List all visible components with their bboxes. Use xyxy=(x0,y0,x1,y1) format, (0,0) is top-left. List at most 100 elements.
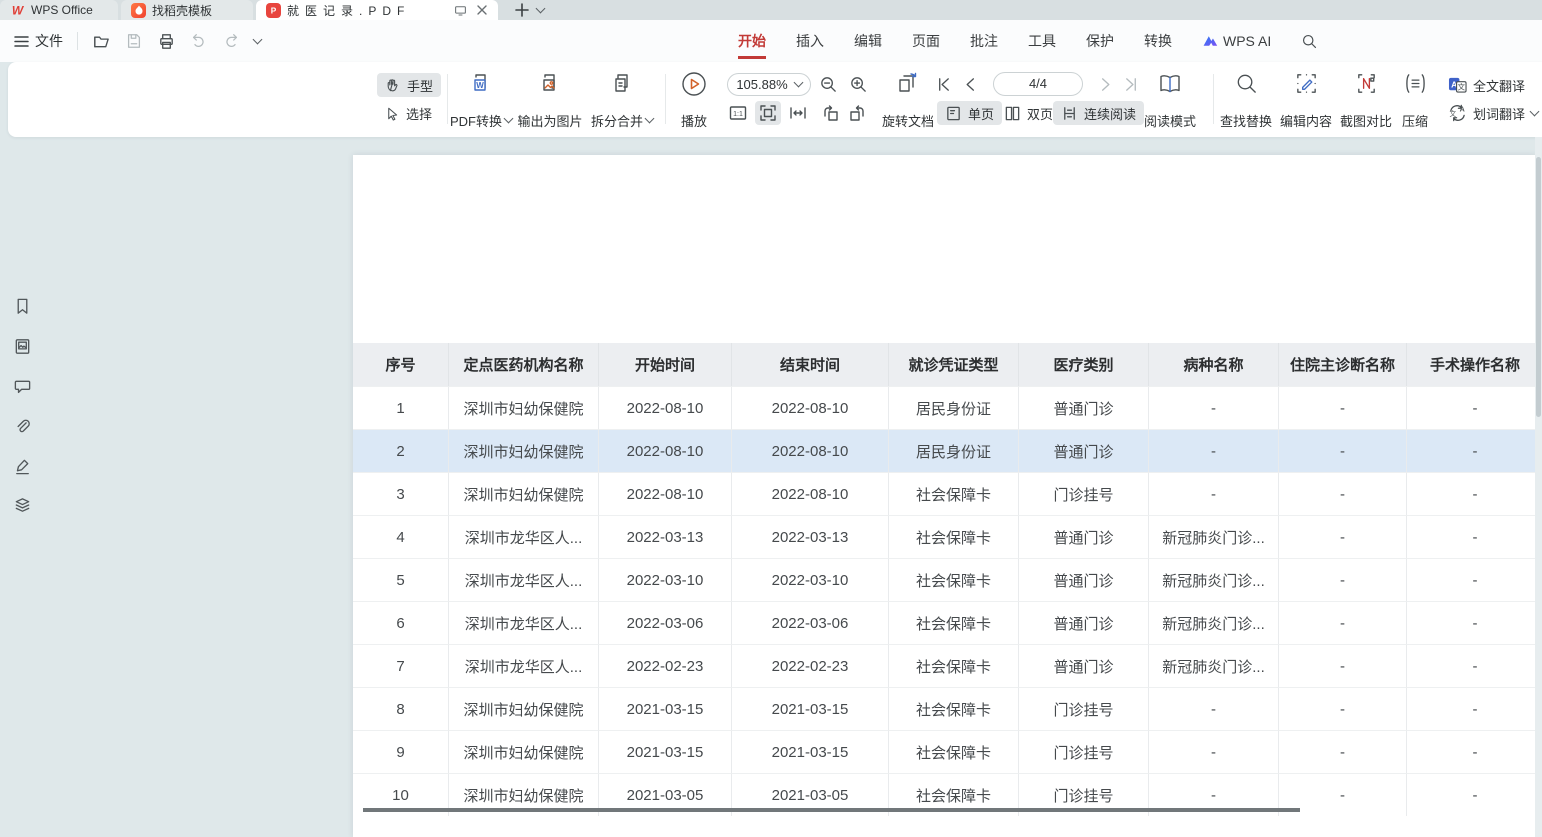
svg-text:A: A xyxy=(1460,106,1465,114)
continuous-read-button[interactable]: 连续阅读 xyxy=(1053,101,1144,125)
table-cell: - xyxy=(1406,515,1536,558)
full-translate-button[interactable]: A文 全文翻译 xyxy=(1448,73,1525,97)
menu-tab-wps-ai[interactable]: WPS AI xyxy=(1202,33,1271,49)
first-page-button[interactable] xyxy=(930,72,956,96)
open-folder-icon[interactable] xyxy=(92,32,111,51)
svg-text:1:1: 1:1 xyxy=(733,111,743,118)
header-cell: 住院主诊断名称 xyxy=(1278,343,1406,386)
redo-icon[interactable] xyxy=(222,32,240,50)
cursor-icon xyxy=(385,106,400,121)
tab-label: WPS Office xyxy=(31,3,93,17)
undo-icon[interactable] xyxy=(190,32,208,50)
pdf-convert-button[interactable]: W PDF转换 xyxy=(442,71,520,128)
table-cell: 2021-03-15 xyxy=(598,730,731,773)
print-icon[interactable] xyxy=(157,32,176,51)
next-page-button[interactable] xyxy=(1092,72,1118,96)
tab-docer-templates[interactable]: 找稻壳模板 xyxy=(121,0,253,20)
table-cell: 社会保障卡 xyxy=(888,515,1018,558)
table-cell: - xyxy=(1406,730,1536,773)
table-cell: 深圳市妇幼保健院 xyxy=(448,386,598,429)
wps-logo-icon: W xyxy=(10,3,25,18)
new-tab-button[interactable] xyxy=(515,3,529,17)
page-number-input[interactable]: 4/4 xyxy=(993,72,1083,96)
menu-tab-page[interactable]: 页面 xyxy=(912,31,940,51)
menu-tab-convert[interactable]: 转换 xyxy=(1144,31,1172,51)
menu-tab-insert[interactable]: 插入 xyxy=(796,31,824,51)
fit-page-button[interactable] xyxy=(755,101,781,125)
tab-document-active[interactable]: P 就医记录.PDF xyxy=(256,0,498,20)
previous-page-button[interactable] xyxy=(957,72,983,96)
word-translate-label: 划词翻译 xyxy=(1473,104,1525,123)
bookmark-icon[interactable] xyxy=(13,297,32,316)
table-cell: 深圳市妇幼保健院 xyxy=(448,730,598,773)
table-header-row: 序号定点医药机构名称开始时间结束时间就诊凭证类型医疗类别病种名称住院主诊断名称手… xyxy=(353,343,1536,386)
table-cell: - xyxy=(1278,558,1406,601)
close-tab-icon[interactable] xyxy=(476,4,488,16)
save-icon[interactable] xyxy=(125,32,143,50)
zoom-out-button[interactable] xyxy=(815,72,841,96)
table-cell: - xyxy=(1406,429,1536,472)
table-cell: 2022-08-10 xyxy=(731,429,888,472)
layers-icon[interactable] xyxy=(13,496,32,515)
menu-tab-tools[interactable]: 工具 xyxy=(1028,31,1056,51)
hand-tool-button[interactable]: 手型 xyxy=(377,73,441,97)
continuous-read-icon xyxy=(1061,105,1078,122)
zoom-in-icon xyxy=(849,75,868,94)
table-cell: 深圳市妇幼保健院 xyxy=(448,472,598,515)
continuous-read-label: 连续阅读 xyxy=(1084,104,1136,123)
thumbnails-icon[interactable] xyxy=(13,337,32,356)
table-cell: 深圳市龙华区人... xyxy=(448,515,598,558)
edit-pencil-icon xyxy=(1294,71,1319,96)
export-image-button[interactable]: 输出为图片 xyxy=(511,71,589,128)
menu-tab-home[interactable]: 开始 xyxy=(738,31,766,51)
present-to-screen-icon[interactable] xyxy=(453,3,468,18)
menu-tab-protect[interactable]: 保护 xyxy=(1086,31,1114,51)
fit-width-button[interactable] xyxy=(785,101,811,125)
table-cell: 普通门诊 xyxy=(1018,429,1148,472)
single-page-label: 单页 xyxy=(968,104,994,123)
full-translate-icon: A文 xyxy=(1448,76,1467,94)
table-cell: 门诊挂号 xyxy=(1018,472,1148,515)
single-page-button[interactable]: 单页 xyxy=(937,101,1002,125)
word-translate-button[interactable]: A文 划词翻译 xyxy=(1448,101,1538,125)
scrollbar-thumb[interactable] xyxy=(1536,157,1541,417)
header-cell: 定点医药机构名称 xyxy=(448,343,598,386)
compress-button[interactable]: 压缩 xyxy=(1381,71,1449,128)
zoom-level-select[interactable]: 105.88% xyxy=(727,73,811,96)
table-cell: 2021-03-15 xyxy=(598,687,731,730)
actual-size-button[interactable]: 1:1 xyxy=(725,101,751,125)
wps-ai-icon xyxy=(1202,34,1218,48)
vertical-scrollbar[interactable] xyxy=(1535,137,1542,837)
read-mode-button[interactable]: 阅读模式 xyxy=(1132,71,1208,128)
rotate-right-button[interactable] xyxy=(845,101,871,125)
menu-tab-annotate[interactable]: 批注 xyxy=(970,31,998,51)
play-button[interactable]: 播放 xyxy=(663,71,725,128)
header-cell: 就诊凭证类型 xyxy=(888,343,1018,386)
signature-icon[interactable] xyxy=(13,457,32,476)
rotate-left-button[interactable] xyxy=(817,101,843,125)
table-cell: - xyxy=(1406,472,1536,515)
table-cell: 7 xyxy=(353,644,448,687)
word-translate-icon: A文 xyxy=(1448,104,1467,122)
table-cell: 居民身份证 xyxy=(888,429,1018,472)
header-cell: 医疗类别 xyxy=(1018,343,1148,386)
comment-icon[interactable] xyxy=(13,377,32,396)
split-merge-button[interactable]: 拆分合并 xyxy=(583,71,661,128)
table-cell: 2022-03-13 xyxy=(598,515,731,558)
table-row: 1深圳市妇幼保健院2022-08-102022-08-10居民身份证普通门诊--… xyxy=(353,386,1536,429)
table-row: 5深圳市龙华区人...2022-03-102022-03-10社会保障卡普通门诊… xyxy=(353,558,1536,601)
rotate-left-icon xyxy=(820,103,840,123)
tab-wps-office[interactable]: W WPS Office xyxy=(0,0,118,20)
menu-search-icon[interactable] xyxy=(1301,33,1318,50)
menu-tab-edit[interactable]: 编辑 xyxy=(854,31,882,51)
chevron-down-icon xyxy=(1530,106,1540,116)
table-cell: 新冠肺炎门诊... xyxy=(1148,558,1278,601)
tab-label: 找稻壳模板 xyxy=(152,2,212,19)
table-cell: 普通门诊 xyxy=(1018,601,1148,644)
file-menu-button[interactable]: 文件 xyxy=(14,31,63,51)
tab-list-chevron-icon[interactable] xyxy=(536,4,546,14)
svg-text:文: 文 xyxy=(1449,109,1456,118)
quickbar-chevron-icon[interactable] xyxy=(253,35,263,45)
select-tool-button[interactable]: 选择 xyxy=(377,101,440,125)
attachment-icon[interactable] xyxy=(13,417,32,436)
